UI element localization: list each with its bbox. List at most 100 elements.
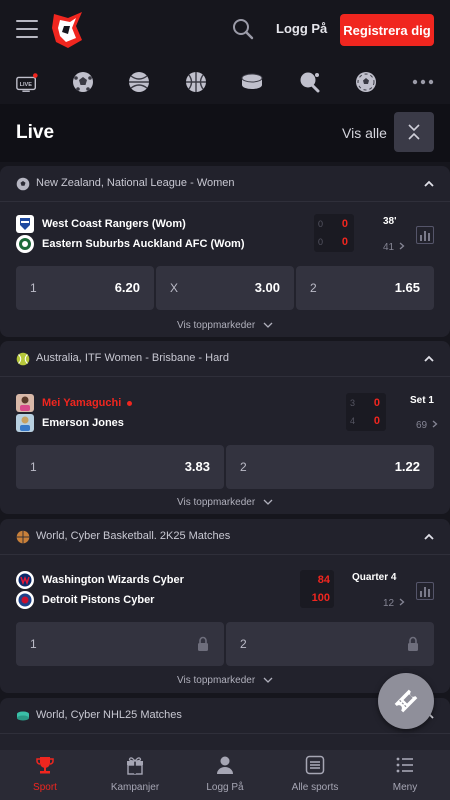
event-card: Australia, ITF Women - Brisbane - Hard M… [0, 341, 450, 514]
score-period: 0 [318, 219, 324, 229]
toggle-label: Vis toppmarkeder [177, 497, 256, 508]
odds-button[interactable]: 1 3.83 [16, 445, 224, 489]
league-header[interactable]: New Zealand, National League - Women [0, 166, 450, 202]
collapse-chevrons-icon [408, 124, 420, 140]
odds-value: 1.65 [394, 280, 420, 295]
team-row[interactable]: Emerson Jones [16, 413, 124, 433]
markets-count: 69 [416, 420, 428, 431]
league-header[interactable]: Australia, ITF Women - Brisbane - Hard [0, 341, 450, 377]
more-icon[interactable] [411, 70, 435, 94]
chevron-up-icon[interactable] [423, 353, 435, 365]
basketball-alt-icon[interactable] [184, 70, 208, 94]
odds-label: 2 [310, 281, 317, 295]
team-crest-icon [16, 235, 34, 253]
top-header: Logg På Registrera dig [0, 0, 450, 60]
see-all-link[interactable]: Vis alle [342, 125, 387, 141]
chevron-down-icon [263, 499, 273, 505]
player-avatar [16, 394, 34, 412]
basketball-icon [16, 530, 30, 544]
markets-count: 12 [383, 598, 395, 609]
league-name: Australia, ITF Women - Brisbane - Hard [36, 352, 229, 364]
team-row[interactable]: Eastern Suburbs Auckland AFC (Wom) [16, 234, 245, 254]
odds-button[interactable]: 2 1.22 [226, 445, 434, 489]
markets-count: 41 [383, 242, 395, 253]
chevron-up-icon[interactable] [423, 531, 435, 543]
user-icon [217, 756, 233, 774]
brand-logo[interactable] [48, 10, 86, 50]
ice-hockey-puck-icon[interactable] [240, 70, 264, 94]
chevron-up-icon[interactable] [423, 178, 435, 190]
scoreboard: 0 0 0 0 [314, 214, 354, 252]
nav-login[interactable]: Logg På [180, 750, 270, 800]
trophy-icon [36, 757, 54, 774]
odds-value: 3.00 [254, 280, 280, 295]
live-title: Live [16, 122, 55, 143]
set-status: Set 1 [410, 395, 434, 406]
soccer-ball-icon [16, 177, 30, 191]
sports-nav: LIVE [0, 60, 450, 104]
menu-icon [396, 757, 413, 773]
nav-menu[interactable]: Meny [360, 750, 450, 800]
nav-label: Meny [392, 782, 418, 793]
event-card: New Zealand, National League - Women Wes… [0, 166, 450, 337]
team-row[interactable]: West Coast Rangers (Wom) [16, 214, 186, 234]
team-row[interactable]: Detroit Pistons Cyber [16, 590, 154, 610]
login-link[interactable]: Logg På [276, 21, 327, 36]
odds-button[interactable]: 1 6.20 [16, 266, 154, 310]
hamburger-menu-icon[interactable] [16, 20, 38, 38]
list-icon [305, 755, 325, 775]
team-name: Detroit Pistons Cyber [42, 594, 155, 606]
team-row[interactable]: Washington Wizards Cyber [16, 570, 184, 590]
markets-count-link[interactable]: 41 [383, 242, 405, 253]
soccer-ball-icon[interactable] [71, 70, 95, 94]
league-header[interactable]: World, Cyber Basketball. 2K25 Matches [0, 519, 450, 555]
nav-label: Alle sports [291, 782, 339, 793]
ice-hockey-puck-icon [17, 711, 29, 721]
markets-count-link[interactable]: 12 [383, 598, 405, 609]
odds-value: 3.83 [184, 459, 210, 474]
stats-icon[interactable] [416, 582, 434, 600]
tennis-ball-icon [16, 352, 30, 366]
chevron-right-icon [399, 242, 405, 250]
player-avatar [16, 414, 34, 432]
odds-value: 6.20 [114, 280, 140, 295]
search-icon[interactable] [232, 18, 254, 40]
odds-button[interactable]: 2 1.65 [296, 266, 434, 310]
odds-label: 2 [240, 460, 247, 474]
bet-slip-button[interactable] [378, 673, 434, 729]
show-top-markets-toggle[interactable]: Vis toppmarkeder [0, 320, 450, 331]
league-name: New Zealand, National League - Women [36, 177, 235, 189]
score-period: 4 [350, 416, 356, 426]
odds-button-locked[interactable]: 1 [16, 622, 224, 666]
score-period: 0 [318, 237, 324, 247]
team-row[interactable]: Mei Yamaguchi [16, 393, 133, 413]
chevron-down-icon [263, 322, 273, 328]
register-button[interactable]: Registrera dig [340, 14, 434, 46]
show-top-markets-toggle[interactable]: Vis toppmarkeder [0, 497, 450, 508]
nav-all-sports[interactable]: Alle sports [270, 750, 360, 800]
basketball-icon[interactable] [127, 70, 151, 94]
stats-icon[interactable] [416, 226, 434, 244]
soccer-ball-alt-icon[interactable] [354, 70, 378, 94]
nav-label: Kampanjer [110, 782, 160, 793]
live-section-header: Live Vis alle [0, 104, 450, 162]
live-tv-icon[interactable]: LIVE [15, 70, 39, 94]
nav-label: Sport [33, 782, 57, 793]
markets-count-link[interactable]: 69 [416, 420, 438, 431]
table-tennis-icon[interactable] [297, 70, 321, 94]
nav-kampanjer[interactable]: Kampanjer [90, 750, 180, 800]
serving-indicator-icon [127, 400, 133, 406]
bottom-nav: Sport Kampanjer Logg På Alle sports Meny [0, 750, 450, 800]
player-name: Emerson Jones [42, 417, 124, 429]
league-name: World, Cyber NHL25 Matches [36, 709, 182, 721]
nav-label: Logg På [206, 782, 244, 793]
gift-icon [127, 757, 143, 775]
collapse-all-button[interactable] [394, 112, 434, 152]
nav-sport[interactable]: Sport [0, 750, 90, 800]
score-current: 0 [341, 218, 348, 230]
toggle-label: Vis toppmarkeder [177, 320, 256, 331]
odds-button-locked[interactable]: 2 [226, 622, 434, 666]
odds-label: 1 [30, 281, 37, 295]
odds-button[interactable]: X 3.00 [156, 266, 294, 310]
team-crest-icon [16, 571, 34, 589]
